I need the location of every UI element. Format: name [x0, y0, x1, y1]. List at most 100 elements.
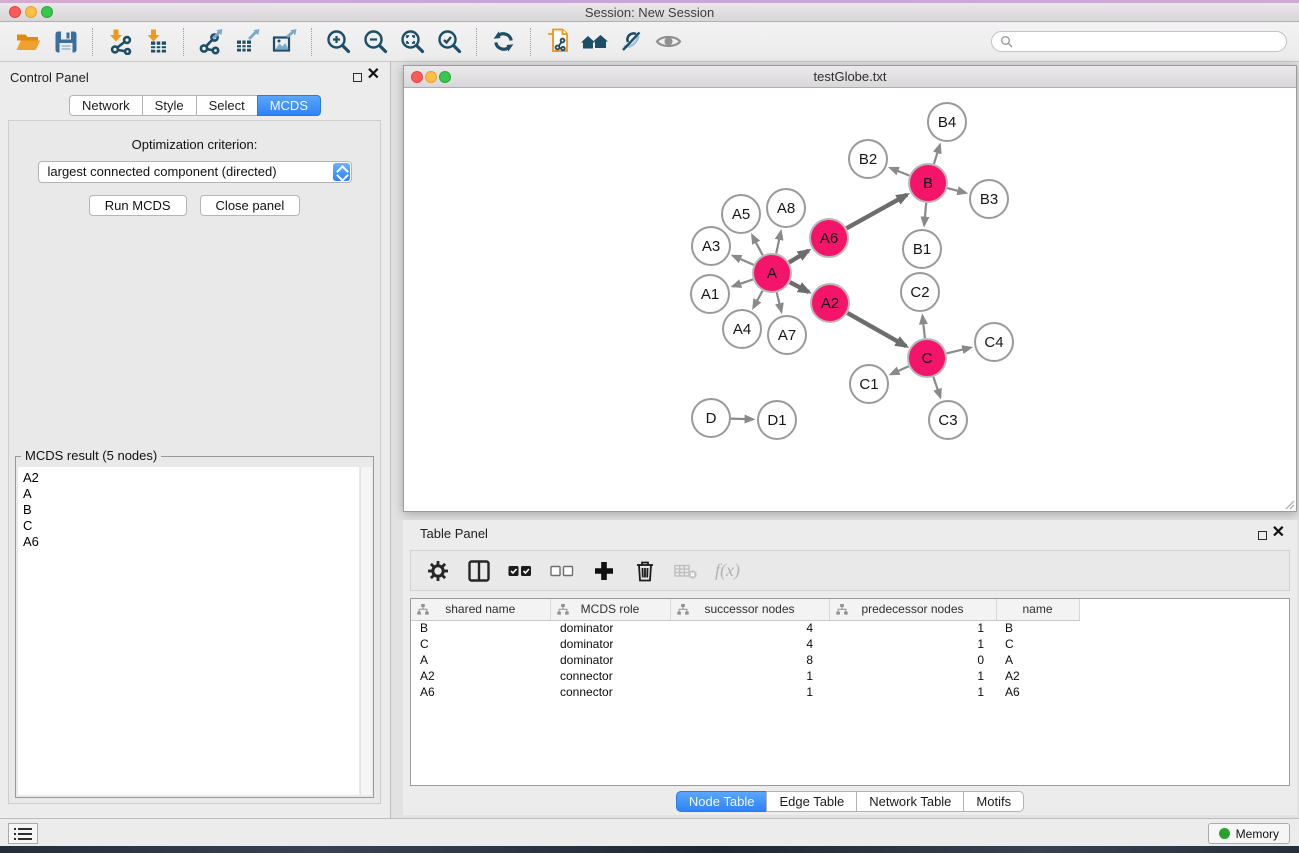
close-traffic-light[interactable]	[9, 6, 21, 18]
graph-node-C2[interactable]: C2	[901, 273, 939, 311]
tab-motifs[interactable]: Motifs	[963, 791, 1024, 812]
home-session-button[interactable]	[576, 26, 613, 58]
graph-node-A5[interactable]: A5	[722, 195, 760, 233]
graph-edge-A-A3[interactable]	[733, 256, 754, 265]
float-table-panel-icon[interactable]	[1258, 531, 1267, 540]
show-panels-button[interactable]	[8, 823, 38, 844]
delete-column-button[interactable]	[633, 556, 657, 586]
graph-edge-A-A6[interactable]	[789, 251, 809, 263]
table-row[interactable]: Adominator80A	[411, 652, 1079, 668]
graph-node-B1[interactable]: B1	[903, 230, 941, 268]
show-graphics-details-button[interactable]	[650, 26, 687, 58]
graph-edge-B-B4[interactable]	[934, 145, 940, 164]
graph-node-C1[interactable]: C1	[850, 365, 888, 403]
graph-edge-A2-C[interactable]	[847, 313, 906, 346]
clone-network-button[interactable]	[539, 26, 576, 58]
network-zoom-traffic-light[interactable]	[439, 71, 451, 83]
minimize-traffic-light[interactable]	[25, 6, 37, 18]
graph-edge-C-C3[interactable]	[933, 377, 940, 397]
tab-node-table[interactable]: Node Table	[676, 791, 768, 812]
column-header-shared-name[interactable]: shared name	[411, 599, 550, 620]
table-settings-button[interactable]	[426, 556, 450, 586]
table-row[interactable]: A6connector11A6	[411, 684, 1079, 700]
graph-node-A6[interactable]: A6	[810, 219, 848, 257]
export-image-button[interactable]	[266, 26, 303, 58]
graph-node-C3[interactable]: C3	[929, 401, 967, 439]
function-builder-button[interactable]: f(x)	[715, 556, 740, 586]
resize-grip-icon[interactable]	[1283, 498, 1295, 510]
column-header-mcds-role[interactable]: MCDS role	[550, 599, 670, 620]
float-panel-icon[interactable]	[353, 73, 362, 82]
tab-select[interactable]: Select	[196, 95, 258, 116]
column-header-successor-nodes[interactable]: successor nodes	[670, 599, 829, 620]
graph-node-C[interactable]: C	[908, 339, 946, 377]
graph-node-B3[interactable]: B3	[970, 180, 1008, 218]
graph-node-C4[interactable]: C4	[975, 323, 1013, 361]
export-network-button[interactable]	[192, 26, 229, 58]
open-session-button[interactable]	[10, 26, 47, 58]
tab-network-table[interactable]: Network Table	[856, 791, 964, 812]
graph-node-D[interactable]: D	[692, 399, 730, 437]
table-row[interactable]: Cdominator41C	[411, 636, 1079, 652]
zoom-traffic-light[interactable]	[41, 6, 53, 18]
column-header-name[interactable]: name	[996, 599, 1079, 620]
graph-node-A[interactable]: A	[753, 254, 791, 292]
tab-edge-table[interactable]: Edge Table	[766, 791, 857, 812]
deselect-all-button[interactable]	[550, 556, 575, 586]
graph-node-A4[interactable]: A4	[723, 310, 761, 348]
graph-node-A1[interactable]: A1	[691, 275, 729, 313]
memory-button[interactable]: Memory	[1208, 823, 1290, 844]
graph-node-A2[interactable]: A2	[811, 284, 849, 322]
column-layout-button[interactable]	[467, 556, 491, 586]
save-session-button[interactable]	[47, 26, 84, 58]
graph-node-D1[interactable]: D1	[758, 401, 796, 439]
criterion-select[interactable]: largest connected component (directed)	[38, 161, 352, 183]
column-header-predecessor-nodes[interactable]: predecessor nodes	[829, 599, 996, 620]
add-column-button[interactable]	[592, 556, 616, 586]
graph-node-A8[interactable]: A8	[767, 189, 805, 227]
search-input[interactable]	[1017, 34, 1278, 50]
graph-edge-A-A5[interactable]	[752, 235, 763, 255]
import-table-button[interactable]	[138, 26, 175, 58]
graph-edge-A-A1[interactable]	[733, 279, 753, 286]
result-item-b[interactable]: B	[23, 502, 359, 518]
graph-edge-D-D1[interactable]	[731, 419, 753, 420]
graph-edge-B-B2[interactable]	[890, 168, 909, 176]
close-panel-icon[interactable]: ✕	[367, 66, 380, 84]
refresh-layout-button[interactable]	[485, 26, 522, 58]
network-minimize-traffic-light[interactable]	[425, 71, 437, 83]
graph-node-B[interactable]: B	[909, 164, 947, 202]
run-mcds-button[interactable]: Run MCDS	[89, 195, 187, 216]
result-item-a2[interactable]: A2	[23, 470, 359, 486]
import-network-button[interactable]	[101, 26, 138, 58]
select-all-button[interactable]	[508, 556, 533, 586]
graph-edge-B-B3[interactable]	[947, 188, 966, 193]
graph-edge-B-B1[interactable]	[924, 203, 926, 225]
graph-edge-A-A2[interactable]	[790, 282, 809, 292]
tab-mcds[interactable]: MCDS	[257, 95, 321, 116]
graph-edge-C-C4[interactable]	[947, 348, 971, 354]
result-item-a6[interactable]: A6	[23, 534, 359, 550]
zoom-in-button[interactable]	[320, 26, 357, 58]
graph-node-B4[interactable]: B4	[928, 103, 966, 141]
graph-edge-A-A4[interactable]	[753, 291, 762, 308]
result-item-c[interactable]: C	[23, 518, 359, 534]
tab-style[interactable]: Style	[142, 95, 197, 116]
result-item-a[interactable]: A	[23, 486, 359, 502]
graph-node-A7[interactable]: A7	[768, 316, 806, 354]
zoom-selected-button[interactable]	[431, 26, 468, 58]
graph-edge-C-C2[interactable]	[923, 316, 925, 338]
network-close-traffic-light[interactable]	[411, 71, 423, 83]
zoom-fit-button[interactable]	[394, 26, 431, 58]
hide-graphics-details-button[interactable]	[613, 26, 650, 58]
delete-table-button[interactable]	[674, 556, 698, 586]
graph-edge-A6-B[interactable]	[847, 195, 908, 229]
export-table-button[interactable]	[229, 26, 266, 58]
graph-edge-A-A7[interactable]	[777, 292, 782, 311]
close-panel-button[interactable]: Close panel	[200, 195, 301, 216]
graph-edge-A-A8[interactable]	[776, 232, 781, 254]
table-row[interactable]: A2connector11A2	[411, 668, 1079, 684]
network-canvas[interactable]: B4B2BB3A5A8A3A6B1AA1C2A2A4A7C4CC1DD1C3	[404, 89, 1296, 511]
close-table-panel-icon[interactable]: ✕	[1272, 524, 1285, 542]
tab-network[interactable]: Network	[69, 95, 143, 116]
